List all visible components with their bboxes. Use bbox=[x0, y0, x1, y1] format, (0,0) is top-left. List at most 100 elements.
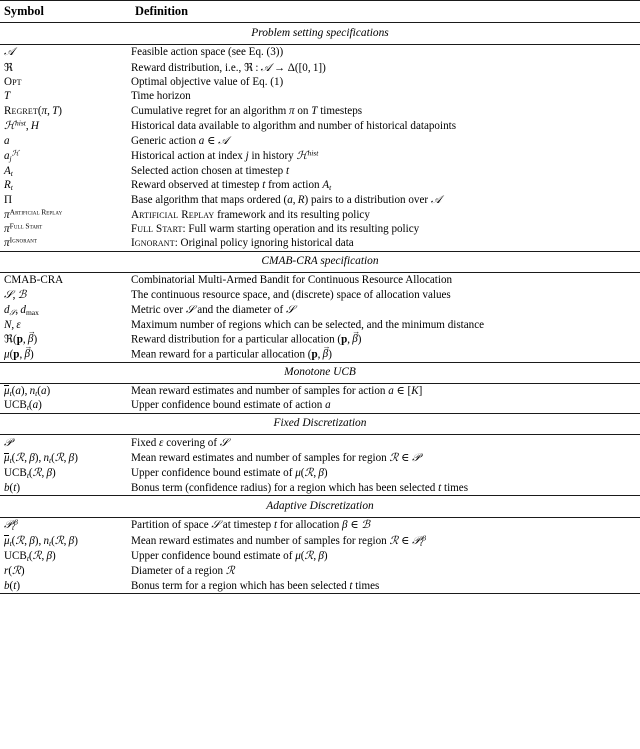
table-row: 𝒜 Feasible action space (see Eq. (3)) bbox=[0, 44, 640, 60]
symbol-ucb-region-fixed: UCBt(ℛ, β) bbox=[4, 466, 56, 481]
header-row: Symbol Definition bbox=[0, 0, 640, 24]
table-header: Symbol Definition bbox=[0, 0, 640, 24]
table-row: Π Base algorithm that maps ordered (a, R… bbox=[0, 193, 640, 208]
definition-base-algorithm: Base algorithm that maps ordered (a, R) … bbox=[131, 193, 442, 207]
definition-ucb-region-adaptive: Upper confidence bound estimate of μ(ℛ, … bbox=[131, 549, 328, 562]
definition-regret: Cumulative regret for an algorithm π on … bbox=[131, 104, 363, 117]
symbol-ignorant-policy: πIgnorant bbox=[4, 235, 38, 250]
table-row: ℜ Reward distribution, i.e., ℜ : 𝒜 → Δ([… bbox=[0, 60, 640, 75]
table-row: r(ℛ) Diameter of a region ℛ bbox=[0, 564, 640, 579]
definition-mean-estimate-action: Mean reward estimates and number of samp… bbox=[131, 384, 423, 397]
section-header-row-problem-setting: Problem setting specifications bbox=[0, 22, 640, 45]
symbol-time-horizon: T bbox=[4, 90, 11, 103]
definition-metric-diameter: Metric over 𝒮 and the diameter of 𝒮 bbox=[131, 303, 295, 317]
notation-table: Symbol Definition Problem setting specif… bbox=[0, 0, 640, 595]
table-row: πFull Start Full Start: Full warm starti… bbox=[0, 222, 640, 236]
table-row: Regret(π, T) Cumulative regret for an al… bbox=[0, 104, 640, 118]
symbol-allocation-mean-reward: μ(p, β) bbox=[0, 343, 131, 362]
symbol-bonus-term-fixed: b(t) bbox=[4, 481, 21, 494]
section-title-cmab-cra: CMAB-CRA specification bbox=[0, 250, 640, 274]
definition-selected-action: Selected action chosen at timestep t bbox=[131, 164, 290, 177]
definition-artificial-replay-policy: Artificial Replay framework and its resu… bbox=[131, 208, 370, 221]
symbol-regret: Regret(π, T) bbox=[4, 104, 62, 117]
table-row: 𝒫 Fixed ε covering of 𝒮 bbox=[0, 435, 640, 451]
definition-time-horizon: Time horizon bbox=[131, 90, 191, 103]
definition-allocation-mean-reward: Mean reward for a particular allocation … bbox=[131, 343, 640, 362]
definition-action-space: Feasible action space (see Eq. (3)) bbox=[131, 46, 284, 59]
symbol-opt: Opt bbox=[4, 75, 22, 88]
table-row: At Selected action chosen at timestep t bbox=[0, 164, 640, 178]
symbol-allocation-reward-distribution: ℜ(p, β) bbox=[0, 328, 131, 347]
definition-ucb-region-fixed: Upper confidence bound estimate of μ(ℛ, … bbox=[131, 466, 328, 480]
definition-cmab-cra: Combinatorial Multi-Armed Bandit for Con… bbox=[131, 273, 453, 286]
definition-region-diameter: Diameter of a region ℛ bbox=[131, 564, 235, 578]
table-row: πArtificial Replay Artificial Replay fra… bbox=[0, 208, 640, 222]
table-row: 𝒮, ℬ The continuous resource space, and … bbox=[0, 287, 640, 302]
table-row: πIgnorant Ignorant: Original policy igno… bbox=[0, 236, 640, 251]
symbol-artificial-replay-policy: πArtificial Replay bbox=[4, 206, 63, 221]
table-row: ℋhist, H Historical data available to al… bbox=[0, 118, 640, 133]
symbol-action-space: 𝒜 bbox=[4, 45, 15, 59]
symbol-ucb-action: UCBt(a) bbox=[4, 399, 42, 413]
symbol-mean-estimate-region-adaptive: μt(ℛ, β), nt(ℛ, β) bbox=[4, 533, 78, 548]
symbol-bonus-term-adaptive: b(t) bbox=[0, 578, 131, 595]
table-row: a Generic action a ∈ 𝒜 bbox=[0, 134, 640, 149]
symbol-cmab-cra: CMAB-CRA bbox=[4, 273, 64, 286]
definition-generic-action: Generic action a ∈ 𝒜 bbox=[131, 134, 229, 148]
table-row: d𝒮, dmax Metric over 𝒮 and the diameter … bbox=[0, 303, 640, 318]
table-row: UCBt(ℛ, β) Upper confidence bound estima… bbox=[0, 548, 640, 563]
column-header-symbol: Symbol bbox=[0, 0, 131, 24]
table-row: ℜ(p, β) Reward distribution for a partic… bbox=[0, 328, 640, 347]
definition-mean-estimate-region-fixed: Mean reward estimates and number of samp… bbox=[131, 451, 421, 465]
table-row: CMAB-CRA Combinatorial Multi-Armed Bandi… bbox=[0, 273, 640, 288]
section-title-fixed-discretization: Fixed Discretization bbox=[0, 412, 640, 436]
definition-historical-action: Historical action at index j in history … bbox=[131, 148, 319, 163]
symbol-selected-action: At bbox=[4, 164, 13, 178]
symbol-max-regions: N, ε bbox=[4, 318, 21, 331]
definition-ignorant-policy: Ignorant: Original policy ignoring histo… bbox=[131, 237, 354, 250]
table-row: Rt Reward observed at timestep t from ac… bbox=[0, 178, 640, 192]
table-row: ajℋ Historical action at index j in hist… bbox=[0, 149, 640, 164]
symbol-fixed-partition: 𝒫 bbox=[4, 435, 12, 449]
table-row: μt(ℛ, β), nt(ℛ, β) Mean reward estimates… bbox=[0, 533, 640, 548]
definition-mean-estimate-region-adaptive: Mean reward estimates and number of samp… bbox=[131, 533, 426, 548]
table-row: T Time horizon bbox=[0, 90, 640, 104]
section-header-row-monotone-ucb: Monotone UCB bbox=[0, 361, 640, 385]
section-header-row-fixed-discretization: Fixed Discretization bbox=[0, 412, 640, 436]
symbol-full-start-policy: πFull Start bbox=[4, 221, 43, 235]
symbol-mean-estimate-action: μt(a), nt(a) bbox=[4, 384, 51, 398]
table-row: μt(a), nt(a) Mean reward estimates and n… bbox=[0, 384, 640, 399]
definition-observed-reward: Reward observed at timestep t from actio… bbox=[131, 178, 332, 192]
definition-reward-distribution: Reward distribution, i.e., ℜ : 𝒜 → Δ([0,… bbox=[131, 60, 326, 74]
table-row: 𝒫tβ Partition of space 𝒮 at timestep t f… bbox=[0, 517, 640, 533]
table-row: μt(ℛ, β), nt(ℛ, β) Mean reward estimates… bbox=[0, 451, 640, 466]
table-row: μ(p, β) Mean reward for a particular all… bbox=[0, 343, 640, 362]
column-header-definition: Definition bbox=[131, 0, 640, 24]
definition-opt: Optimal objective value of Eq. (1) bbox=[131, 75, 284, 88]
table-body: Problem setting specifications 𝒜 Feasibl… bbox=[0, 22, 640, 595]
definition-resource-space: The continuous resource space, and (disc… bbox=[131, 289, 451, 302]
section-header-row-adaptive-discretization: Adaptive Discretization bbox=[0, 495, 640, 518]
table-row: b(t) Bonus term for a region which has b… bbox=[0, 578, 640, 595]
table-row: Opt Optimal objective value of Eq. (1) bbox=[0, 75, 640, 89]
table-row: b(t) Bonus term (confidence radius) for … bbox=[0, 481, 640, 496]
table-row: UCBt(ℛ, β) Upper confidence bound estima… bbox=[0, 466, 640, 481]
definition-allocation-reward-distribution: Reward distribution for a particular all… bbox=[131, 328, 640, 347]
symbol-base-algorithm: Π bbox=[4, 194, 13, 207]
symbol-adaptive-partition: 𝒫tβ bbox=[4, 517, 18, 533]
table-row: UCBt(a) Upper confidence bound estimate … bbox=[0, 399, 640, 414]
symbol-historical-action: ajℋ bbox=[4, 148, 20, 164]
symbol-reward-distribution: ℜ bbox=[4, 61, 14, 74]
definition-full-start-policy: Full Start: Full warm starting operation… bbox=[131, 222, 420, 235]
definition-fixed-partition: Fixed ε covering of 𝒮 bbox=[131, 435, 229, 449]
symbol-resource-space: 𝒮, ℬ bbox=[4, 288, 27, 302]
table-row: N, ε Maximum number of regions which can… bbox=[0, 318, 640, 332]
symbol-generic-action: a bbox=[4, 135, 10, 148]
section-title-monotone-ucb: Monotone UCB bbox=[0, 361, 640, 385]
definition-historical-data: Historical data available to algorithm a… bbox=[131, 119, 457, 132]
symbol-observed-reward: Rt bbox=[4, 178, 13, 192]
symbol-region-diameter: r(ℛ) bbox=[4, 564, 25, 578]
section-title-adaptive-discretization: Adaptive Discretization bbox=[0, 495, 640, 518]
definition-max-regions: Maximum number of regions which can be s… bbox=[131, 318, 485, 331]
definition-adaptive-partition: Partition of space 𝒮 at timestep t for a… bbox=[131, 518, 371, 532]
